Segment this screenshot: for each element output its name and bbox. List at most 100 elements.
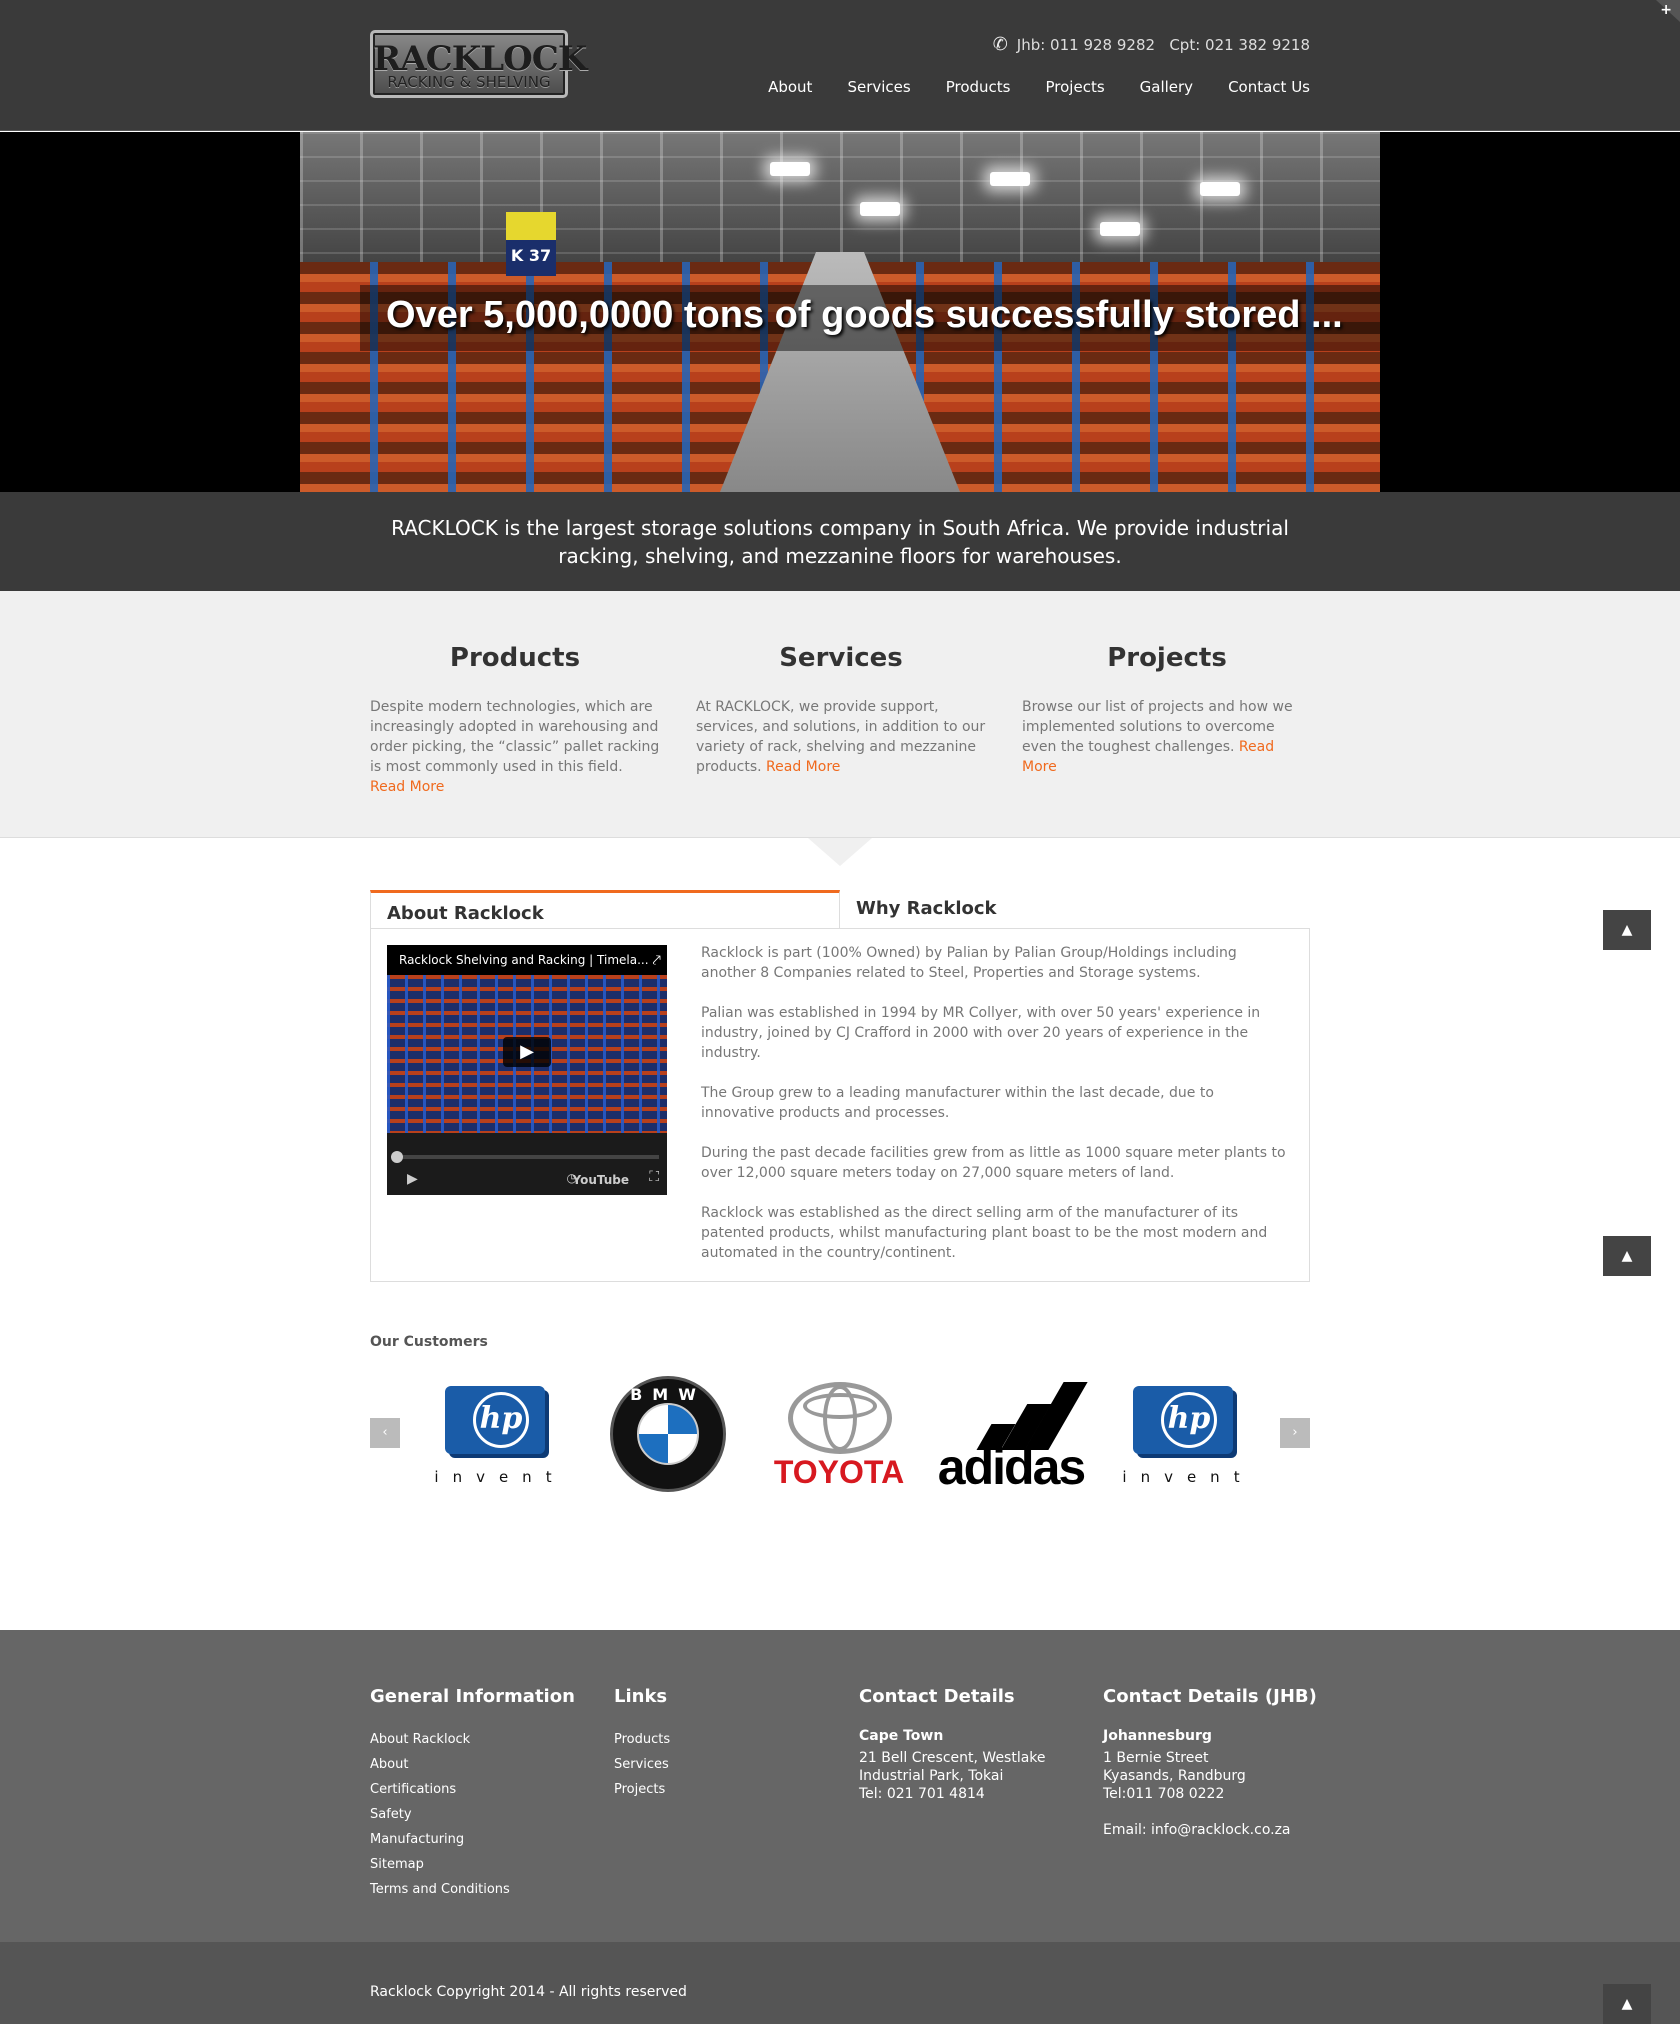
about-text: Racklock is part (100% Owned) by Palian … bbox=[701, 943, 1291, 1283]
chevron-left-icon: ‹ bbox=[382, 1425, 388, 1440]
nav-services[interactable]: Services bbox=[847, 78, 910, 96]
contact-line: 21 Bell Crescent, Westlake bbox=[859, 1750, 1046, 1766]
phone-text: Jhb: 011 928 9282 Cpt: 021 382 9218 bbox=[1016, 36, 1310, 54]
customer-logo-toyota[interactable]: TOYOTA bbox=[764, 1376, 914, 1490]
feature-title: Services bbox=[779, 643, 903, 673]
about-paragraph: During the past decade facilities grew f… bbox=[701, 1145, 1286, 1181]
footer-link[interactable]: Safety bbox=[370, 1802, 610, 1827]
phone-icon: ✆ bbox=[992, 34, 1008, 55]
nav-contact[interactable]: Contact Us bbox=[1228, 78, 1310, 96]
tab-about-racklock[interactable]: About Racklock bbox=[370, 890, 840, 928]
footer-links: Links Products Services Projects bbox=[614, 1686, 854, 1802]
ceiling-light bbox=[1100, 222, 1140, 236]
hero-caption: Over 5,000,0000 tons of goods successful… bbox=[386, 294, 1343, 336]
bmw-emblem: BMW bbox=[610, 1376, 726, 1492]
scroll-top-button[interactable]: ▲ bbox=[1603, 1984, 1651, 2024]
video-title[interactable]: Racklock Shelving and Racking | Timela..… bbox=[387, 945, 667, 975]
feature-text: At RACKLOCK, we provide support, service… bbox=[696, 699, 986, 775]
toyota-emblem bbox=[788, 1382, 892, 1454]
plus-icon[interactable]: + bbox=[1660, 2, 1672, 18]
video-player[interactable]: Racklock Shelving and Racking | Timela..… bbox=[387, 945, 667, 1195]
read-more-link[interactable]: Read More bbox=[766, 759, 840, 775]
section-pointer bbox=[808, 838, 872, 866]
footer-link[interactable]: Certifications bbox=[370, 1777, 610, 1802]
footer-link[interactable]: About bbox=[370, 1752, 610, 1777]
bmw-roundel bbox=[637, 1403, 699, 1465]
nav-products[interactable]: Products bbox=[946, 78, 1011, 96]
contact-email[interactable]: Email: info@racklock.co.za bbox=[1103, 1821, 1343, 1839]
bmw-logo-text: BMW bbox=[630, 1385, 706, 1404]
footer-general-info: General Information About Racklock About… bbox=[370, 1686, 610, 1902]
ceiling-light bbox=[1200, 182, 1240, 196]
hp-logo-box: hp bbox=[1133, 1386, 1233, 1454]
nav-about[interactable]: About bbox=[768, 78, 812, 96]
footer-contact-cpt: Contact Details Cape Town 21 Bell Cresce… bbox=[859, 1686, 1099, 1803]
footer-heading: Contact Details bbox=[859, 1686, 1015, 1707]
feature-projects: Projects Browse our list of projects and… bbox=[1022, 643, 1312, 777]
footer-link[interactable]: Services bbox=[614, 1752, 854, 1777]
contact-line: Tel: 021 701 4814 bbox=[859, 1786, 985, 1802]
warehouse-roof bbox=[300, 132, 1380, 262]
chevron-right-icon: › bbox=[1292, 1425, 1298, 1440]
logo[interactable]: RACKLOCK RACKING & SHELVING bbox=[370, 30, 587, 98]
toyota-logo-text: TOYOTA bbox=[773, 1454, 905, 1490]
customer-logo-hp[interactable]: hp invent bbox=[1108, 1376, 1258, 1490]
fullscreen-icon[interactable]: ⛶ bbox=[649, 1169, 659, 1185]
customer-logo-bmw[interactable]: BMW bbox=[592, 1376, 742, 1492]
hero-section: K 37 Over 5,000,0000 tons of goods succe… bbox=[0, 132, 1680, 492]
scroll-top-button[interactable]: ▲ bbox=[1603, 1236, 1651, 1276]
footer-link[interactable]: Projects bbox=[614, 1777, 854, 1802]
customer-logo-adidas[interactable]: adidas bbox=[936, 1376, 1088, 1495]
chevron-up-icon: ▲ bbox=[1621, 922, 1633, 938]
hp-logo-text: hp bbox=[1161, 1392, 1217, 1448]
scroll-top-button[interactable]: ▲ bbox=[1603, 910, 1651, 950]
video-scrubber[interactable] bbox=[391, 1151, 403, 1163]
footer-bottom-bar: Racklock Copyright 2014 - All rights res… bbox=[0, 1942, 1680, 2024]
feature-text: Browse our list of projects and how we i… bbox=[1022, 699, 1293, 775]
logo-subtitle: RACKING & SHELVING bbox=[387, 73, 551, 91]
hero-image: K 37 Over 5,000,0000 tons of goods succe… bbox=[300, 132, 1380, 492]
contact-line: Tel:011 708 0222 bbox=[1103, 1786, 1225, 1802]
footer-link[interactable]: Manufacturing bbox=[370, 1827, 610, 1852]
footer-link[interactable]: Sitemap bbox=[370, 1852, 610, 1877]
hp-tagline: invent bbox=[434, 1468, 566, 1486]
feature-products: Products Despite modern technologies, wh… bbox=[370, 643, 660, 797]
hp-logo-box: hp bbox=[445, 1386, 545, 1454]
contact-line: 1 Bernie Street bbox=[1103, 1750, 1209, 1766]
hp-logo-text: hp bbox=[473, 1392, 529, 1448]
features-section: Products Despite modern technologies, wh… bbox=[0, 591, 1680, 838]
nav-gallery[interactable]: Gallery bbox=[1140, 78, 1193, 96]
footer-link[interactable]: About Racklock bbox=[370, 1727, 610, 1752]
chevron-up-icon: ▲ bbox=[1621, 1248, 1633, 1264]
chevron-up-icon: ▲ bbox=[1621, 1996, 1633, 2012]
tab-why-racklock[interactable]: Why Racklock bbox=[840, 890, 1310, 928]
adidas-logo-text: adidas bbox=[937, 1439, 1086, 1495]
about-paragraph: Palian was established in 1994 by MR Col… bbox=[701, 1005, 1261, 1061]
site-header: + RACKLOCK RACKING & SHELVING ✆ Jhb: 011 … bbox=[0, 0, 1680, 131]
play-icon[interactable]: ▶ bbox=[503, 1037, 551, 1067]
copyright-text: Racklock Copyright 2014 - All rights res… bbox=[370, 1984, 687, 2000]
site-footer: General Information About Racklock About… bbox=[0, 1630, 1680, 1942]
read-more-link[interactable]: Read More bbox=[370, 779, 444, 795]
about-paragraph: Racklock is part (100% Owned) by Palian … bbox=[701, 945, 1237, 981]
footer-link[interactable]: Products bbox=[614, 1727, 854, 1752]
footer-heading: Contact Details (JHB) bbox=[1103, 1686, 1317, 1707]
footer-link[interactable]: Terms and Conditions bbox=[370, 1877, 610, 1902]
contact-city: Cape Town bbox=[859, 1728, 944, 1744]
video-progress-bar[interactable] bbox=[395, 1155, 659, 1159]
tagline-text: RACKLOCK is the largest storage solution… bbox=[391, 516, 1289, 568]
play-button-icon[interactable]: ▶ bbox=[407, 1171, 418, 1187]
youtube-logo[interactable]: YouTube bbox=[572, 1173, 629, 1187]
customer-logo-hp[interactable]: hp invent bbox=[420, 1376, 570, 1490]
hp-tagline: invent bbox=[1122, 1468, 1254, 1486]
carousel-next-button[interactable]: › bbox=[1280, 1418, 1310, 1448]
customers-title: Our Customers bbox=[370, 1334, 488, 1350]
nav-projects[interactable]: Projects bbox=[1046, 78, 1105, 96]
phone-numbers: ✆ Jhb: 011 928 9282 Cpt: 021 382 9218 bbox=[993, 34, 1310, 55]
footer-heading: Links bbox=[614, 1686, 668, 1707]
tagline-section: RACKLOCK is the largest storage solution… bbox=[0, 492, 1680, 591]
share-icon[interactable]: ⤤ bbox=[653, 951, 661, 969]
footer-contact-jhb: Contact Details (JHB) Johannesburg 1 Ber… bbox=[1103, 1686, 1343, 1839]
ceiling-light bbox=[860, 202, 900, 216]
carousel-prev-button[interactable]: ‹ bbox=[370, 1418, 400, 1448]
